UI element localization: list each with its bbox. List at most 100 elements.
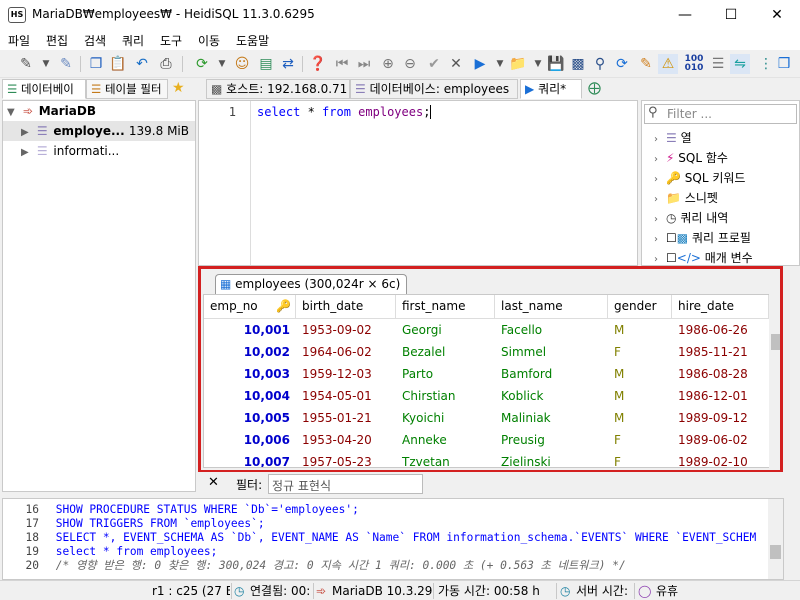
expand-icon[interactable]: ▶ bbox=[21, 143, 33, 163]
database-icon: ☰ bbox=[36, 124, 48, 138]
text-filter-icon[interactable]: ☰ bbox=[708, 54, 728, 74]
maintenance-icon[interactable]: ⇄ bbox=[278, 54, 298, 74]
favorites-icon[interactable]: ★ bbox=[172, 80, 185, 96]
window-title: MariaDB₩employees₩ - HeidiSQL 11.3.0.629… bbox=[32, 7, 315, 21]
connect-dropdown-icon[interactable]: ▼ bbox=[36, 54, 56, 74]
connection-clock-icon: ◷ bbox=[234, 584, 245, 598]
refresh-dropdown-icon[interactable]: ▼ bbox=[212, 54, 232, 74]
warning-icon[interactable]: ⚠ bbox=[658, 54, 678, 74]
scrollbar-thumb[interactable] bbox=[770, 545, 781, 559]
cursor-position: r1 : c25 (27 B) bbox=[152, 584, 230, 598]
new-query-tab-icon[interactable]: ⨁ bbox=[588, 81, 601, 96]
idle-icon: ◯ bbox=[638, 584, 652, 598]
helper-query-profile[interactable]: › ☐▩ 쿼리 프로필 bbox=[642, 228, 799, 248]
tab-query[interactable]: ▶ 쿼리* bbox=[520, 79, 582, 99]
log-scrollbar[interactable] bbox=[768, 499, 783, 579]
open-dropdown-icon[interactable]: ▼ bbox=[528, 54, 548, 74]
execute-dropdown-icon[interactable]: ▼ bbox=[490, 54, 510, 74]
delete-record-icon[interactable]: ⊖ bbox=[400, 54, 420, 74]
format-sql-icon[interactable]: ✎ bbox=[636, 54, 656, 74]
menu-search[interactable]: 검색 bbox=[84, 32, 106, 49]
helper-sql-keywords[interactable]: › 🔑 SQL 키워드 bbox=[642, 168, 799, 188]
expand-icon[interactable]: ▶ bbox=[21, 123, 33, 143]
help-icon[interactable]: ❓ bbox=[308, 54, 328, 74]
menu-file[interactable]: 파일 bbox=[8, 32, 30, 49]
highlight-box bbox=[198, 266, 783, 473]
save-icon[interactable]: 💾 bbox=[546, 54, 566, 74]
user-manager-icon[interactable]: ☺ bbox=[232, 54, 252, 74]
replace-icon[interactable]: ⟳ bbox=[612, 54, 632, 74]
auto-refresh-icon[interactable]: ⇋ bbox=[730, 54, 750, 74]
menu-tools[interactable]: 도구 bbox=[160, 32, 182, 49]
paste-icon[interactable]: 📋 bbox=[108, 54, 128, 74]
copy-icon[interactable]: ❐ bbox=[86, 54, 106, 74]
tab-table-filter[interactable]: ☰ 테이블 필터 bbox=[86, 79, 168, 99]
last-record-icon[interactable]: ⏭ bbox=[354, 54, 374, 74]
close-filter-icon[interactable]: ✕ bbox=[208, 475, 219, 490]
refresh-icon[interactable]: ⟳ bbox=[192, 54, 212, 74]
log-line: 19 select * from employees; bbox=[25, 545, 218, 558]
uptime: 가동 시간: 00:58 h bbox=[438, 584, 540, 598]
editor-mode-icon[interactable]: ❒ bbox=[774, 54, 794, 74]
tab-database[interactable]: ☰ 데이터베이스: employees bbox=[350, 79, 518, 99]
tree-item-employees[interactable]: ▶ ☰ employe... 139.8 MiB bbox=[3, 121, 195, 141]
close-button[interactable]: ✕ bbox=[754, 0, 800, 30]
disconnect-icon[interactable]: ✎ bbox=[56, 54, 76, 74]
expand-icon[interactable]: ▼ bbox=[7, 103, 19, 123]
sql-editor[interactable]: 1 select * from employees; bbox=[198, 100, 638, 266]
tab-host[interactable]: ▩ 호스트: 192.168.0.71 bbox=[206, 79, 350, 99]
menu-edit[interactable]: 편집 bbox=[46, 32, 68, 49]
maximize-button[interactable]: ☐ bbox=[708, 0, 754, 30]
insert-record-icon[interactable]: ⊕ bbox=[378, 54, 398, 74]
status-bar: r1 : c25 (27 B) ◷ 연결됨: 00: ➾ MariaDB 10.… bbox=[0, 580, 800, 600]
binary-mode-icon[interactable]: 100 010 bbox=[684, 54, 704, 74]
helpers-filter-input[interactable]: ⚲ Filter ... bbox=[644, 104, 797, 124]
database-tree: ▼ ➾ MariaDB ▶ ☰ employe... 139.8 MiB ▶ ☰… bbox=[2, 100, 196, 492]
menu-help[interactable]: 도움말 bbox=[236, 32, 269, 49]
tree-item-information-schema[interactable]: ▶ ☰ informati... bbox=[3, 141, 195, 161]
menu-query[interactable]: 쿼리 bbox=[122, 32, 144, 49]
more-options-icon[interactable]: ⋮ bbox=[756, 54, 776, 74]
cancel-record-icon[interactable]: ✕ bbox=[446, 54, 466, 74]
checkbox-icon[interactable]: ☐ bbox=[666, 231, 677, 245]
connected-time: 연결됨: 00: bbox=[250, 584, 311, 598]
log-line: 16 SHOW PROCEDURE STATUS WHERE `Db`='emp… bbox=[25, 503, 359, 516]
mariadb-icon: ➾ bbox=[316, 584, 327, 598]
helper-snippets[interactable]: › 📁 스니펫 bbox=[642, 188, 799, 208]
execute-query-icon[interactable]: ▶ bbox=[470, 54, 490, 74]
helper-parameters[interactable]: › ☐</> 매개 변수 bbox=[642, 248, 799, 268]
checkbox-icon[interactable]: ☐ bbox=[666, 251, 677, 265]
line-number: 1 bbox=[228, 105, 236, 119]
heidisql-app-icon: HS bbox=[8, 7, 26, 23]
tab-databases[interactable]: ☰ 데이터베이 bbox=[2, 79, 86, 99]
database-icon: ☰ bbox=[36, 144, 48, 158]
menu-bar: 파일 편집 검색 쿼리 도구 이동 도움말 bbox=[0, 30, 800, 50]
main-tabs: ▩ 호스트: 192.168.0.71 ☰ 데이터베이스: employees … bbox=[198, 78, 800, 100]
toolbar: ✎ ▼ ✎ ❐ 📋 ↶ ⎙ ⟳ ▼ ☺ ▤ ⇄ ❓ ⏮ ⏭ ⊕ ⊖ ✔ ✕ ▶ … bbox=[0, 50, 800, 78]
server-version: MariaDB 10.3.29 bbox=[332, 584, 433, 598]
tree-root[interactable]: ▼ ➾ MariaDB bbox=[3, 101, 195, 121]
first-record-icon[interactable]: ⏮ bbox=[332, 54, 352, 74]
menu-go[interactable]: 이동 bbox=[198, 32, 220, 49]
columns-icon: ☰ bbox=[666, 131, 677, 145]
filter-input[interactable]: 정규 표현식 bbox=[268, 474, 423, 494]
helper-query-history[interactable]: › ◷ 쿼리 내역 bbox=[642, 208, 799, 228]
export-icon[interactable]: ▤ bbox=[256, 54, 276, 74]
find-icon[interactable]: ⚲ bbox=[590, 54, 610, 74]
helper-columns[interactable]: › ☰ 열 bbox=[642, 128, 799, 148]
idle-status: 유휴 bbox=[656, 584, 679, 598]
print-icon[interactable]: ⎙ bbox=[156, 54, 176, 74]
helper-sql-functions[interactable]: › ⚡ SQL 함수 bbox=[642, 148, 799, 168]
server-time: 서버 시간: bbox=[576, 584, 629, 598]
connect-icon[interactable]: ✎ bbox=[16, 54, 36, 74]
post-record-icon[interactable]: ✔ bbox=[424, 54, 444, 74]
left-panel-tabs: ☰ 데이터베이 ☰ 테이블 필터 ★ bbox=[0, 78, 198, 100]
sql-log-panel[interactable]: 16 SHOW PROCEDURE STATUS WHERE `Db`='emp… bbox=[2, 498, 784, 580]
log-line: 18 SELECT *, EVENT_SCHEMA AS `Db`, EVENT… bbox=[25, 531, 757, 544]
chart-icon: ▩ bbox=[676, 231, 689, 245]
mariadb-icon: ➾ bbox=[22, 104, 33, 118]
minimize-button[interactable]: — bbox=[662, 0, 708, 30]
save-as-icon[interactable]: ▩ bbox=[568, 54, 588, 74]
open-file-icon[interactable]: 📁 bbox=[508, 54, 528, 74]
undo-icon[interactable]: ↶ bbox=[132, 54, 152, 74]
